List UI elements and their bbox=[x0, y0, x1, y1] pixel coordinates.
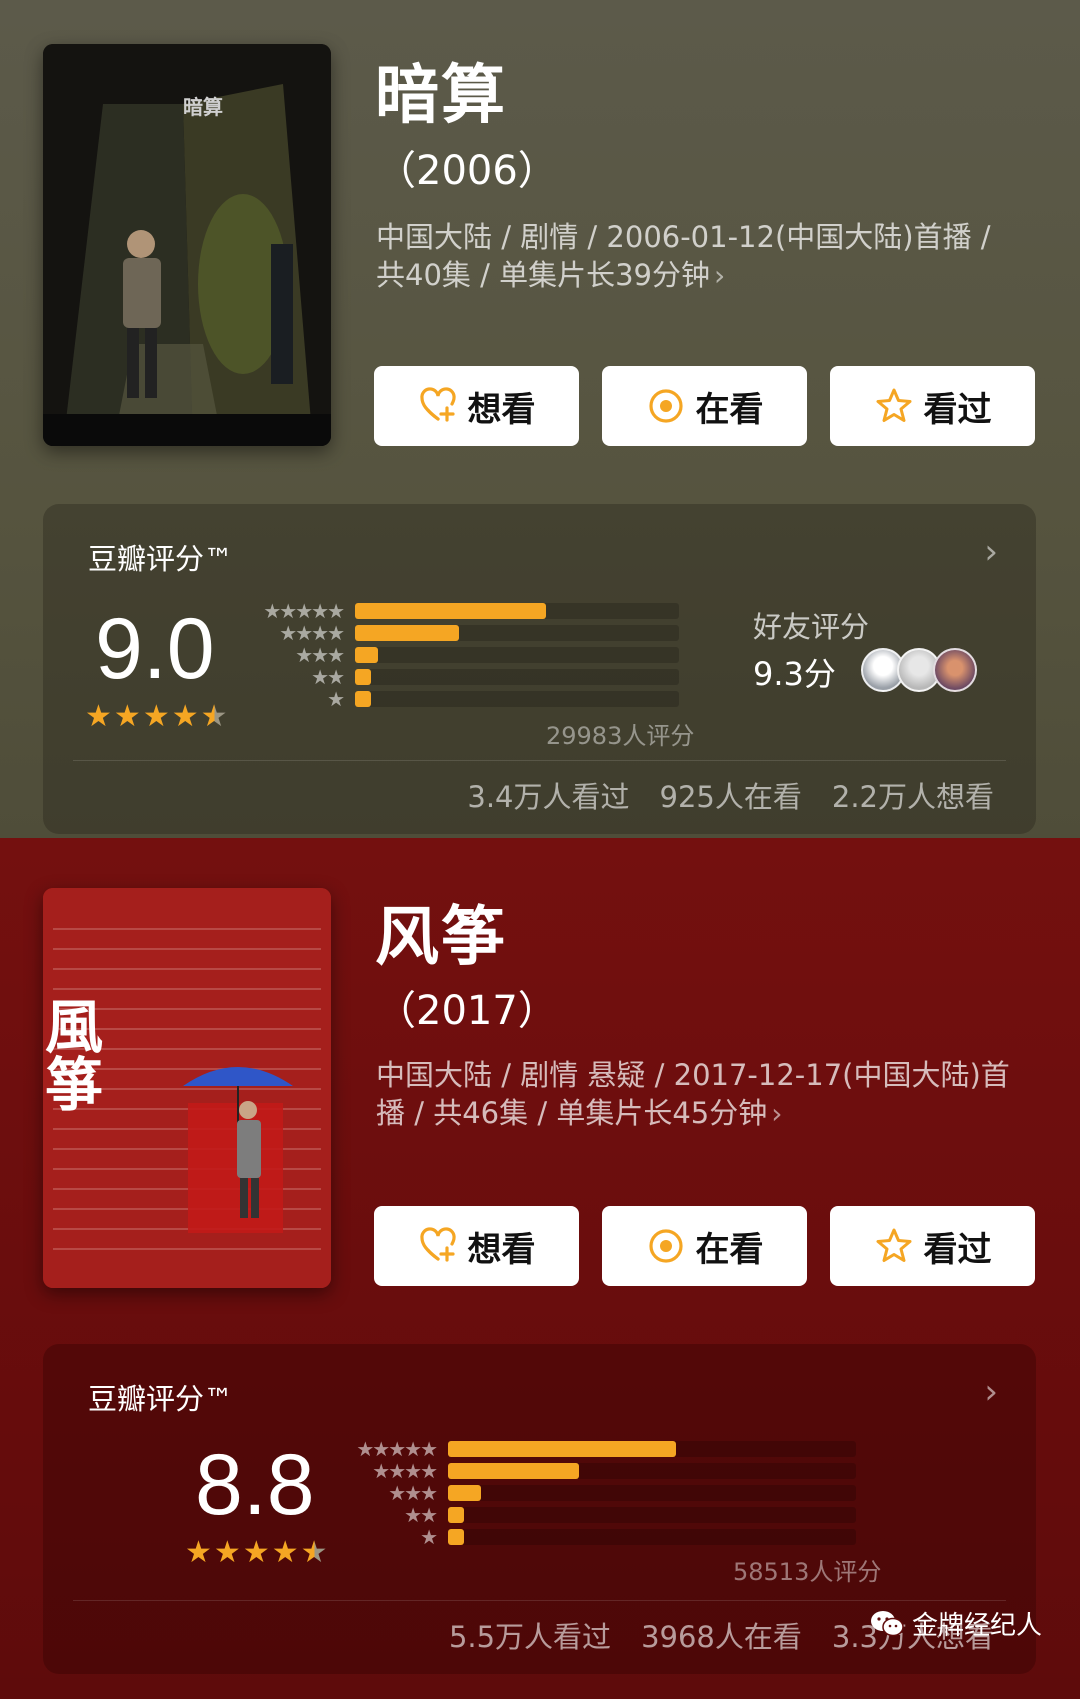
show-meta[interactable]: 中国大陆 / 剧情 悬疑 / 2017-12-17(中国大陆)首播 / 共46集… bbox=[376, 1056, 1016, 1133]
dist-row-2: ★★ bbox=[348, 1503, 856, 1527]
friends-rating-label: 好友评分 bbox=[753, 610, 870, 644]
show-title: 风筝 bbox=[375, 901, 507, 975]
watched-button[interactable]: 看过 bbox=[830, 366, 1035, 446]
show-meta-text: 中国大陆 / 剧情 / 2006-01-12(中国大陆)首播 / 共40集 / … bbox=[376, 220, 991, 292]
star-icon: ★ bbox=[113, 699, 141, 734]
action-buttons: 想看 在看 看过 bbox=[374, 1206, 1035, 1286]
divider bbox=[73, 760, 1006, 761]
dist-row-3: ★★★ bbox=[348, 1481, 856, 1505]
show-section-2: 風箏 风筝 （2017） 中国大陆 / 剧情 悬疑 / 2017-12-17(中… bbox=[0, 838, 1080, 1699]
show-meta-text: 中国大陆 / 剧情 悬疑 / 2017-12-17(中国大陆)首播 / 共46集… bbox=[376, 1058, 1010, 1130]
chevron-right-icon: › bbox=[984, 1372, 998, 1412]
show-year: （2006） bbox=[376, 148, 558, 194]
chevron-right-icon: › bbox=[714, 259, 726, 292]
poster-title: 風箏 bbox=[43, 996, 103, 1112]
rating-distribution: ★★★★★ ★★★★ ★★★ ★★ ★ bbox=[255, 599, 679, 711]
dist-row-5: ★★★★★ bbox=[348, 1437, 856, 1461]
dist-row-5: ★★★★★ bbox=[255, 599, 679, 623]
want-to-watch-button[interactable]: 想看 bbox=[374, 1206, 579, 1286]
watching-button[interactable]: 在看 bbox=[602, 1206, 807, 1286]
rating-count: 58513人评分 bbox=[733, 1558, 882, 1586]
star-icon: ★ bbox=[271, 1535, 299, 1570]
dist-row-2: ★★ bbox=[255, 665, 679, 689]
half-star-icon: ★ bbox=[300, 1535, 328, 1570]
douban-rating-card[interactable]: 豆瓣评分™ › 9.0 ★ ★ ★ ★ ★ ★★★★★ ★★★★ ★★★ ★★ … bbox=[43, 504, 1036, 834]
friends-rating-score: 9.3分 bbox=[753, 655, 836, 693]
watching-button[interactable]: 在看 bbox=[602, 366, 807, 446]
watching-count[interactable]: 925人在看 bbox=[660, 774, 802, 816]
star-icon: ★ bbox=[185, 1535, 212, 1570]
watching-count[interactable]: 3968人在看 bbox=[641, 1614, 802, 1656]
action-buttons: 想看 在看 看过 bbox=[374, 366, 1035, 446]
show-year: （2017） bbox=[376, 988, 558, 1034]
watching-label: 在看 bbox=[695, 1229, 764, 1270]
want-label: 想看 bbox=[467, 389, 536, 430]
wechat-icon bbox=[871, 1610, 904, 1636]
watermark: 金牌经纪人 bbox=[870, 1605, 1042, 1642]
show-title: 暗算 bbox=[375, 59, 507, 133]
chevron-right-icon: › bbox=[984, 532, 998, 572]
star-outline-icon bbox=[876, 1228, 911, 1262]
star-outline-icon bbox=[876, 388, 911, 422]
dist-row-4: ★★★★ bbox=[255, 621, 679, 645]
heart-plus-icon bbox=[419, 1227, 456, 1262]
show-meta[interactable]: 中国大陆 / 剧情 / 2006-01-12(中国大陆)首播 / 共40集 / … bbox=[376, 218, 1016, 295]
avatar[interactable] bbox=[933, 648, 977, 692]
rating-label: 豆瓣评分™ bbox=[88, 1382, 234, 1416]
friend-avatars[interactable] bbox=[861, 648, 977, 692]
show-section-1: 暗算 暗算 （2006） 中国大陆 / 剧情 / 2006-01-12(中国大陆… bbox=[0, 0, 1080, 838]
star-icon: ★ bbox=[213, 1535, 241, 1570]
watched-button[interactable]: 看过 bbox=[830, 1206, 1035, 1286]
divider bbox=[73, 1600, 1006, 1601]
watched-count[interactable]: 3.4万人看过 bbox=[467, 774, 629, 816]
want-label: 想看 bbox=[467, 1229, 536, 1270]
watched-count[interactable]: 5.5万人看过 bbox=[449, 1614, 611, 1656]
rating-distribution: ★★★★★ ★★★★ ★★★ ★★ ★ bbox=[348, 1437, 856, 1549]
half-star-icon: ★ bbox=[200, 699, 228, 734]
watermark-text: 金牌经纪人 bbox=[912, 1611, 1043, 1641]
star-icon: ★ bbox=[242, 1535, 270, 1570]
rating-label: 豆瓣评分™ bbox=[88, 542, 234, 576]
watching-label: 在看 bbox=[695, 389, 764, 430]
rating-count: 29983人评分 bbox=[546, 722, 695, 750]
watched-label: 看过 bbox=[923, 389, 992, 430]
target-circle-icon bbox=[648, 1229, 683, 1263]
poster-image[interactable]: 暗算 bbox=[43, 44, 331, 446]
poster-image[interactable]: 風箏 bbox=[43, 888, 331, 1288]
heart-plus-icon bbox=[419, 387, 456, 422]
star-icon: ★ bbox=[171, 699, 199, 734]
watch-stats: 3.4万人看过 925人在看 2.2万人想看 bbox=[467, 774, 994, 816]
rating-stars: ★ ★ ★ ★ ★ bbox=[185, 1538, 328, 1568]
dist-row-1: ★ bbox=[348, 1525, 856, 1549]
chevron-right-icon: › bbox=[771, 1097, 783, 1130]
dist-row-4: ★★★★ bbox=[348, 1459, 856, 1483]
rating-score: 8.8 bbox=[195, 1437, 315, 1533]
watched-label: 看过 bbox=[923, 1229, 992, 1270]
want-count[interactable]: 2.2万人想看 bbox=[832, 774, 994, 816]
star-icon: ★ bbox=[85, 699, 112, 734]
target-circle-icon bbox=[648, 389, 683, 423]
want-to-watch-button[interactable]: 想看 bbox=[374, 366, 579, 446]
rating-stars: ★ ★ ★ ★ ★ bbox=[85, 702, 228, 732]
poster-title: 暗算 bbox=[183, 95, 223, 119]
star-icon: ★ bbox=[142, 699, 170, 734]
dist-row-1: ★ bbox=[255, 687, 679, 711]
rating-score: 9.0 bbox=[95, 601, 215, 697]
dist-row-3: ★★★ bbox=[255, 643, 679, 667]
